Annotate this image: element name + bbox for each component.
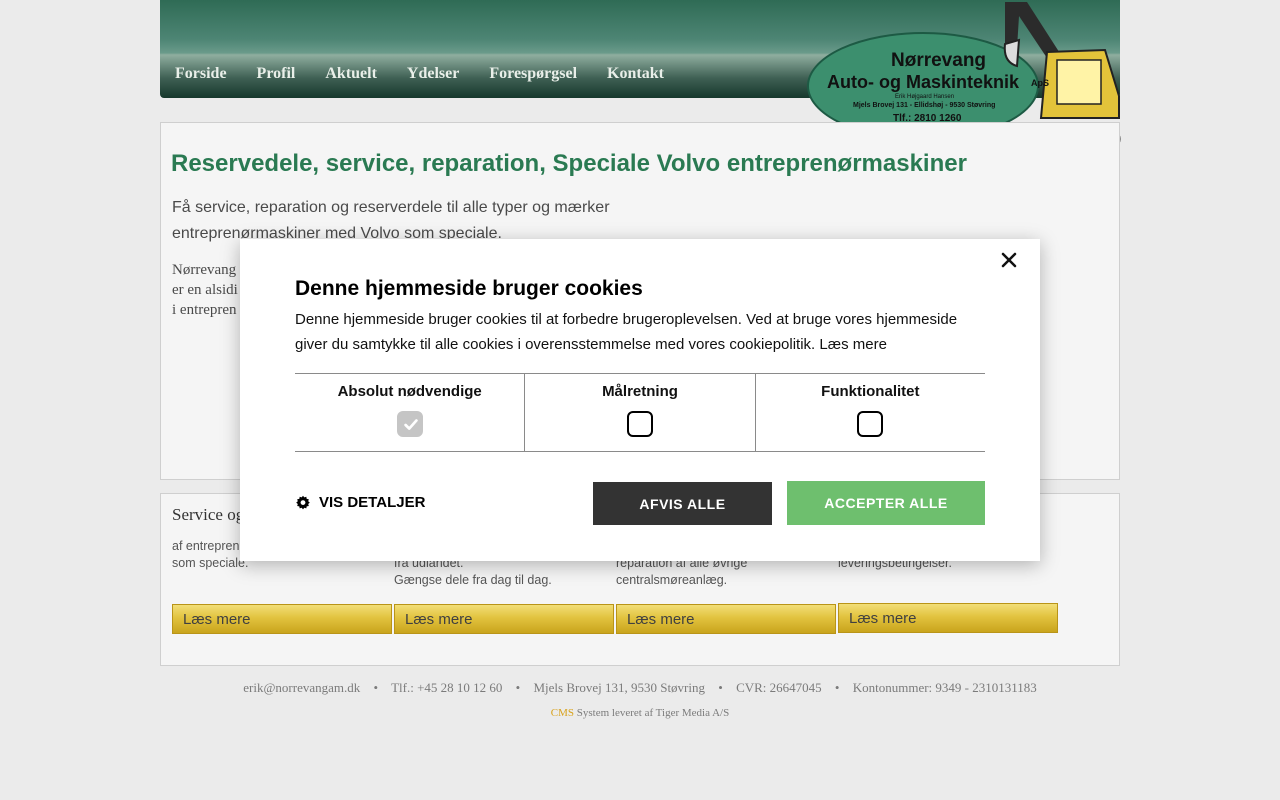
logo-suffix: ApS	[1031, 78, 1049, 88]
nav-aktuelt[interactable]: Aktuelt	[310, 62, 392, 90]
footer-email[interactable]: erik@norrevangam.dk	[243, 680, 360, 695]
footer-cms: CMS System leveret af Tiger Media A/S	[160, 707, 1120, 719]
category-functionality: Funktionalitet	[756, 374, 985, 451]
footer-contact: erik@norrevangam.dk • Tlf.: +45 28 10 12…	[160, 680, 1120, 696]
show-details-button[interactable]: VIS DETALJER	[295, 494, 425, 511]
show-details-label: VIS DETALJER	[319, 494, 426, 511]
gear-icon	[296, 495, 310, 509]
decline-all-button[interactable]: AFVIS ALLE	[593, 482, 772, 525]
footer-cvr: CVR: 26647045	[736, 680, 822, 695]
targeting-checkbox[interactable]	[626, 411, 653, 437]
nav-profil[interactable]: Profil	[242, 62, 311, 90]
page-title: Reservedele, service, reparation, Specia…	[171, 150, 967, 177]
footer-account: Kontonummer: 9349 - 2310131183	[852, 680, 1037, 695]
footer-separator: •	[834, 680, 840, 695]
category-label: Målretning	[602, 383, 678, 400]
footer-address: Mjels Brovej 131, 9530 Støvring	[533, 680, 705, 695]
close-icon[interactable]	[998, 249, 1020, 271]
body-text: Nørrevang er en alsidi i entrepren	[172, 260, 242, 320]
footer-phone: Tlf.: +45 28 10 12 60	[391, 680, 503, 695]
footer-separator: •	[718, 680, 723, 695]
check-icon	[403, 419, 418, 430]
cms-credit: System leveret af Tiger Media A/S	[576, 707, 730, 719]
category-label: Absolut nødvendige	[337, 383, 482, 400]
category-necessary: Absolut nødvendige	[295, 374, 526, 451]
main-nav: Forside Profil Aktuelt Ydelser Forespørg…	[160, 62, 679, 90]
read-more-button-3[interactable]: Læs mere	[616, 604, 836, 634]
cms-link[interactable]: CMS	[551, 707, 574, 719]
logo-name-line1: Nørrevang	[891, 50, 986, 71]
cookie-title: Denne hjemmeside bruger cookies	[295, 277, 643, 300]
footer-separator: •	[373, 680, 379, 695]
read-more-button-2[interactable]: Læs mere	[394, 604, 614, 634]
nav-ydelser[interactable]: Ydelser	[392, 62, 474, 90]
footer-separator: •	[515, 680, 521, 695]
logo-name-line2: Auto- og Maskinteknik	[827, 72, 1020, 92]
read-more-button-4[interactable]: Læs mere	[838, 603, 1058, 633]
body-line: Nørrevang	[172, 262, 237, 278]
read-more-button-1[interactable]: Læs mere	[172, 604, 392, 634]
category-targeting: Målretning	[525, 374, 756, 451]
nav-forside[interactable]: Forside	[160, 62, 242, 90]
functionality-checkbox[interactable]	[857, 411, 884, 437]
cookie-description: Denne hjemmeside bruger cookies til at f…	[295, 307, 985, 357]
nav-foresporgsel[interactable]: Forespørgsel	[474, 62, 592, 90]
necessary-checkbox	[396, 411, 423, 437]
cookie-categories: Absolut nødvendige Målretning Funktional…	[295, 373, 985, 452]
body-line: er en alsidi	[172, 282, 238, 298]
nav-kontakt[interactable]: Kontakt	[592, 62, 679, 90]
cookie-read-more-link[interactable]: Læs mere	[819, 336, 887, 353]
logo-address: Mjels Brovej 131 - Ellidshøj - 9530 Støv…	[853, 102, 995, 109]
body-line: i entrepren	[172, 302, 237, 318]
services-heading: Service og	[172, 505, 245, 524]
logo-owner: Erik Højgaard Hansen	[895, 94, 954, 100]
category-label: Funktionalitet	[821, 383, 920, 400]
accept-all-button[interactable]: ACCEPTER ALLE	[787, 481, 985, 525]
cookie-dialog: Denne hjemmeside bruger cookies Denne hj…	[240, 239, 1040, 561]
